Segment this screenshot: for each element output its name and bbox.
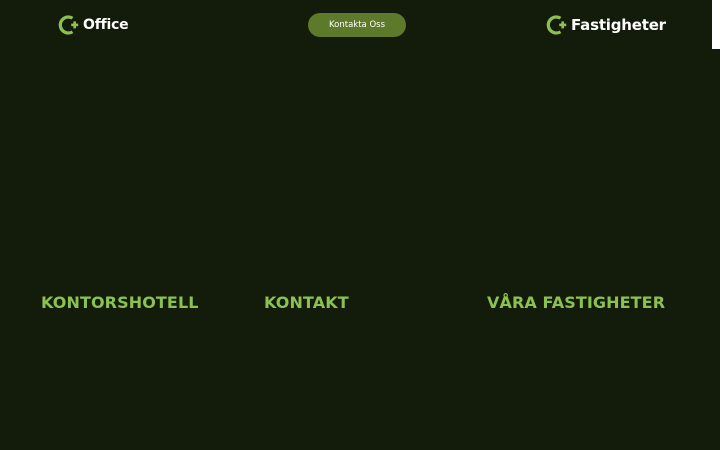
scrollbar[interactable]: [712, 0, 720, 49]
contact-us-button[interactable]: Kontakta Oss: [308, 13, 406, 37]
fastigheter-logo-link[interactable]: Fastigheter: [545, 14, 666, 36]
page: Office Kontakta Oss Fastigheter KONTORSH…: [0, 0, 720, 450]
c-plus-logo-icon: [57, 14, 79, 36]
section-title-kontorshotell[interactable]: KONTORSHOTELL: [41, 293, 199, 312]
office-logo-link[interactable]: Office: [57, 14, 129, 36]
c-plus-logo-icon: [545, 14, 567, 36]
section-title-vara-fastigheter[interactable]: VÅRA FASTIGHETER: [487, 293, 665, 312]
fastigheter-logo-text: Fastigheter: [571, 15, 666, 34]
office-logo-text: Office: [83, 17, 129, 33]
section-title-kontakt[interactable]: KONTAKT: [264, 293, 349, 312]
